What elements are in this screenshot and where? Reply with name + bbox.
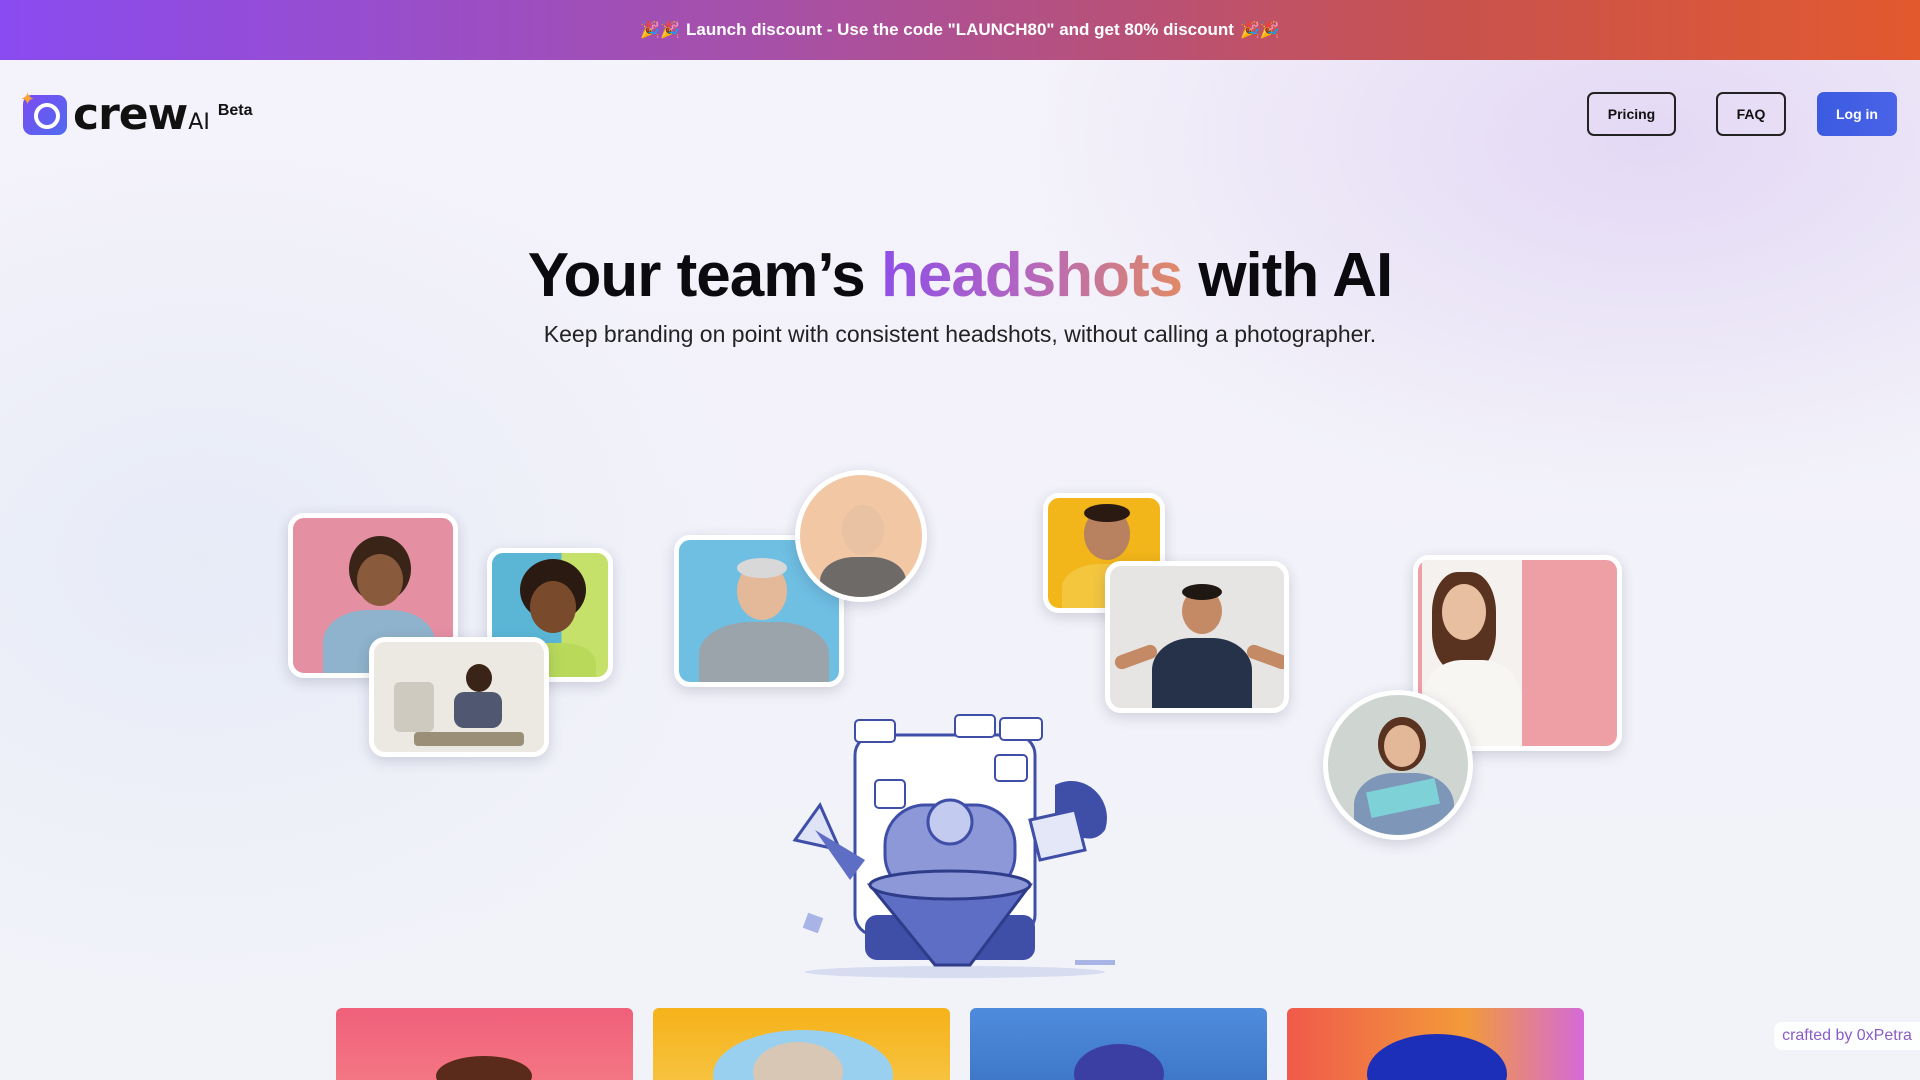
brand-suffix: AI	[188, 110, 210, 135]
pricing-button[interactable]: Pricing	[1587, 92, 1676, 136]
headshot-tile	[970, 1008, 1267, 1080]
brand-name: crew	[73, 89, 188, 140]
camera-logo-icon: ✦	[20, 89, 67, 135]
headshot-tile	[336, 1008, 633, 1080]
party-popper-icon: 🎉🎉	[640, 22, 681, 39]
title-part-1: Your team’s	[527, 241, 866, 310]
faq-button[interactable]: FAQ	[1716, 92, 1786, 136]
brand-logo[interactable]: ✦ crew AI Beta	[20, 89, 253, 140]
crafted-by-link[interactable]: crafted by 0xPetra	[1774, 1022, 1920, 1050]
party-popper-icon: 🎉🎉	[1239, 22, 1280, 39]
ai-camera-robot-illustration	[792, 714, 1115, 978]
headshot-tile	[1287, 1008, 1584, 1080]
title-highlight: headshots	[881, 241, 1183, 310]
hero-subtitle: Keep branding on point with consistent h…	[543, 321, 1377, 347]
title-part-2: with AI	[1198, 241, 1393, 310]
headshot-photo	[795, 470, 927, 602]
promo-banner-text: Launch discount - Use the code "LAUNCH80…	[686, 20, 1234, 39]
headshot-photo	[1323, 690, 1473, 840]
page-title: Your team’s headshots with AI	[0, 240, 1920, 311]
login-button[interactable]: Log in	[1817, 92, 1897, 136]
headshot-photo	[1105, 561, 1289, 713]
headshot-tile	[653, 1008, 950, 1080]
beta-badge: Beta	[217, 102, 253, 119]
sparkle-icon: ✦	[20, 89, 36, 109]
headshot-photo	[369, 637, 549, 757]
promo-banner: 🎉🎉 Launch discount - Use the code "LAUNC…	[0, 0, 1920, 60]
